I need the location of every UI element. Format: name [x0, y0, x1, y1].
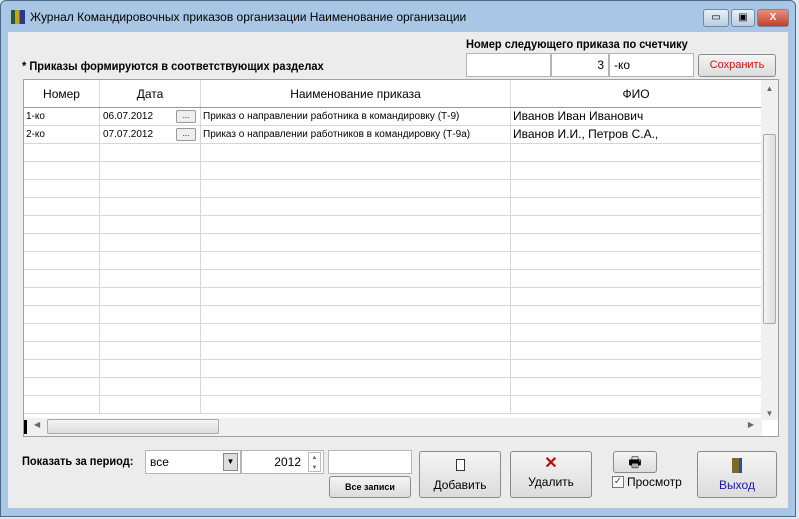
empty-table-row[interactable] — [24, 162, 762, 180]
cell-fio: Иванов И.И., Петров С.А., — [511, 126, 762, 143]
exit-label: Выход — [719, 478, 755, 492]
app-books-icon — [11, 10, 25, 24]
spinner-arrows-icon[interactable]: ▲ ▼ — [308, 452, 321, 472]
cell-fio: Иванов Иван Иванович — [511, 108, 762, 125]
date-picker-button[interactable]: ... — [176, 128, 196, 141]
orders-table: Номер Дата Наименование приказа ФИО 1-ко… — [23, 79, 779, 437]
vertical-scroll-thumb[interactable] — [763, 134, 776, 324]
search-input[interactable] — [328, 450, 412, 474]
empty-table-row[interactable] — [24, 396, 762, 414]
cell-name: Приказ о направлении работников в команд… — [201, 126, 511, 143]
all-records-button[interactable]: Все записи — [329, 476, 411, 498]
counter-number-input[interactable]: 3 — [551, 53, 609, 77]
period-value: все — [150, 455, 169, 469]
cell-date: 06.07.2012 — [103, 111, 154, 122]
empty-table-row[interactable] — [24, 180, 762, 198]
scroll-left-arrow-icon[interactable]: ◀ — [34, 420, 40, 429]
maximize-button[interactable]: ▣ — [731, 9, 755, 27]
empty-table-row[interactable] — [24, 342, 762, 360]
table-row[interactable]: 2-ко 07.07.2012... Приказ о направлении … — [24, 126, 762, 144]
column-header-date[interactable]: Дата — [100, 80, 201, 107]
note-text: * Приказы формируются в соответствующих … — [22, 59, 324, 73]
horizontal-scroll-thumb[interactable] — [47, 419, 219, 434]
empty-table-row[interactable] — [24, 234, 762, 252]
year-spinner[interactable]: 2012 ▲ ▼ — [241, 450, 324, 474]
column-header-fio[interactable]: ФИО — [511, 80, 762, 107]
title-bar: Журнал Командировочных приказов организа… — [1, 1, 795, 33]
close-button[interactable]: X — [757, 9, 789, 27]
counter-suffix-input[interactable]: -ко — [609, 53, 694, 77]
printer-icon: 🖶 — [628, 454, 642, 470]
cell-date: 07.07.2012 — [103, 129, 154, 140]
scroll-down-arrow-icon[interactable]: ▼ — [761, 409, 778, 418]
preview-checkbox[interactable]: ✓ Просмотр — [612, 475, 682, 489]
scroll-up-arrow-icon[interactable]: ▲ — [761, 84, 778, 93]
cell-name: Приказ о направлении работника в команди… — [201, 108, 511, 125]
window: Журнал Командировочных приказов организа… — [0, 0, 796, 517]
scroll-right-arrow-icon[interactable]: ▶ — [748, 420, 754, 429]
counter-prefix-input[interactable] — [466, 53, 551, 77]
cell-number: 2-ко — [24, 126, 100, 143]
preview-label: Просмотр — [627, 475, 682, 489]
empty-table-row[interactable] — [24, 198, 762, 216]
new-document-icon — [455, 459, 465, 471]
empty-table-row[interactable] — [24, 252, 762, 270]
empty-table-row[interactable] — [24, 270, 762, 288]
print-button[interactable]: 🖶 — [613, 451, 657, 473]
save-button[interactable]: Сохранить — [698, 54, 776, 77]
checkbox-checked-icon[interactable]: ✓ — [612, 476, 624, 488]
empty-table-row[interactable] — [24, 144, 762, 162]
period-label: Показать за период: — [22, 454, 134, 468]
client-area: Номер следующего приказа по счетчику * П… — [8, 32, 788, 508]
cell-number: 1-ко — [24, 108, 100, 125]
horizontal-scrollbar[interactable]: ◀ ▶ — [24, 418, 762, 436]
add-label: Добавить — [433, 478, 487, 492]
empty-table-row[interactable] — [24, 324, 762, 342]
window-title: Журнал Командировочных приказов организа… — [30, 10, 467, 24]
table-row[interactable]: 1-ко 06.07.2012... Приказ о направлении … — [24, 108, 762, 126]
empty-table-row[interactable] — [24, 216, 762, 234]
chevron-down-icon[interactable]: ▼ — [223, 453, 238, 471]
empty-table-row[interactable] — [24, 288, 762, 306]
delete-x-icon: ✕ — [544, 455, 558, 472]
empty-table-row[interactable] — [24, 378, 762, 396]
column-header-name[interactable]: Наименование приказа — [201, 80, 511, 107]
delete-button[interactable]: ✕ Удалить — [510, 451, 592, 498]
empty-table-row[interactable] — [24, 306, 762, 324]
exit-door-icon — [732, 458, 742, 473]
table-header: Номер Дата Наименование приказа ФИО — [24, 80, 762, 108]
delete-label: Удалить — [528, 475, 574, 489]
column-header-number[interactable]: Номер — [24, 80, 100, 107]
add-button[interactable]: Добавить — [419, 451, 501, 498]
period-select[interactable]: все ▼ — [145, 450, 241, 474]
minimize-button[interactable]: ▭ — [703, 9, 729, 27]
counter-label: Номер следующего приказа по счетчику — [466, 37, 688, 51]
date-picker-button[interactable]: ... — [176, 110, 196, 123]
empty-table-row[interactable] — [24, 360, 762, 378]
exit-button[interactable]: Выход — [697, 451, 777, 498]
year-value: 2012 — [274, 455, 301, 469]
vertical-scrollbar[interactable]: ▲ ▼ — [761, 80, 778, 420]
